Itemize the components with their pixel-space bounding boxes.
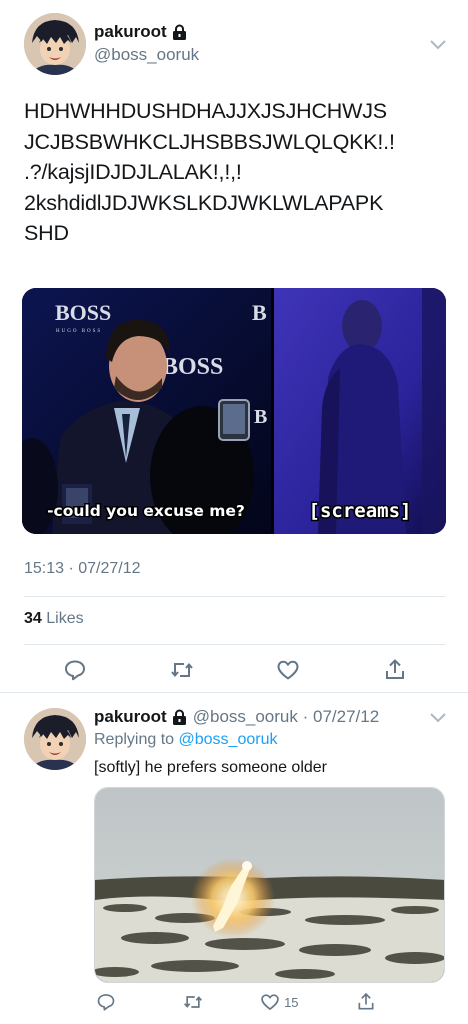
divider <box>24 644 446 645</box>
author-handle[interactable]: @boss_ooruk <box>94 45 199 65</box>
reply-author-row: pakuroot @boss_ooruk · 07/27/12 <box>94 707 379 727</box>
reply-action-bar: 15 <box>76 988 396 1016</box>
display-name[interactable]: pakuroot <box>94 707 167 727</box>
author-handle-time[interactable]: @boss_ooruk · 07/27/12 <box>193 707 379 727</box>
media-caption-left: -could you excuse me? <box>47 502 245 520</box>
tweet-text-line: JCJBSBWHKCLJHSBBSJWLQLQKK!.! <box>24 129 395 154</box>
heart-icon <box>261 994 279 1010</box>
reply-tweet-text: [softly] he prefers someone older <box>94 759 328 776</box>
replying-to: Replying to @boss_ooruk <box>94 731 277 749</box>
tweet-separator <box>0 692 468 693</box>
likes-summary[interactable]: 34 Likes <box>24 610 84 628</box>
tweet-action-bar <box>45 656 425 684</box>
share-button[interactable] <box>365 656 425 684</box>
replying-to-label: Replying to <box>94 731 175 748</box>
avatar[interactable] <box>24 708 86 770</box>
tweet-text-line: HDHWHHDUSHDHAJJXJSJHCHWJS <box>24 99 387 123</box>
tweet-text-line: 2kshdidlJDJWKSLKDJWKLWLAPAPK <box>24 190 384 215</box>
like-button[interactable]: 15 <box>249 988 309 1016</box>
tweet-text: HDHWHHDUSHDHAJJXJSJHCHWJS JCJBSBWHKCLJHS… <box>24 96 454 249</box>
avatar[interactable] <box>24 13 86 75</box>
share-icon <box>385 659 404 679</box>
chevron-down-icon[interactable] <box>429 38 447 50</box>
logo-text: BOSS <box>162 354 223 380</box>
share-button[interactable] <box>336 988 396 1016</box>
likes-count: 34 <box>24 610 42 627</box>
reply-media-image[interactable] <box>94 787 445 983</box>
divider <box>24 596 446 597</box>
like-button[interactable] <box>258 656 318 684</box>
likes-label: Likes <box>46 610 84 627</box>
retweet-button[interactable] <box>152 656 212 684</box>
retweet-icon <box>183 996 202 1008</box>
svg-text:B: B <box>254 406 267 428</box>
like-count: 15 <box>284 994 299 1010</box>
reply-icon <box>65 660 85 681</box>
reply-icon <box>97 994 115 1011</box>
tweet-timestamp[interactable]: 15:13 · 07/27/12 <box>24 560 141 578</box>
reply-button[interactable] <box>76 988 136 1016</box>
share-icon <box>358 992 374 1010</box>
tweet-media-image[interactable]: BOSS HUGO BOSS BOSS B B -could you excus… <box>22 288 446 534</box>
replying-to-link[interactable]: @boss_ooruk <box>179 731 278 748</box>
retweet-icon <box>170 662 193 678</box>
lock-icon <box>172 24 187 40</box>
author-name-row: pakuroot <box>94 22 187 42</box>
media-caption-right: [screams] <box>309 500 412 522</box>
svg-text:B: B <box>252 300 267 325</box>
heart-icon <box>277 660 299 680</box>
chevron-down-icon[interactable] <box>429 711 447 723</box>
tweet-text-line: SHD <box>24 221 69 245</box>
lock-icon <box>172 709 187 725</box>
logo-text: BOSS <box>55 300 111 325</box>
reply-button[interactable] <box>45 656 105 684</box>
display-name[interactable]: pakuroot <box>94 22 167 42</box>
tweet-text-line: .?/kajsjIDJDJLALAK!,!,! <box>24 160 242 184</box>
retweet-button[interactable] <box>163 988 223 1016</box>
logo-subtext: HUGO BOSS <box>56 329 102 334</box>
